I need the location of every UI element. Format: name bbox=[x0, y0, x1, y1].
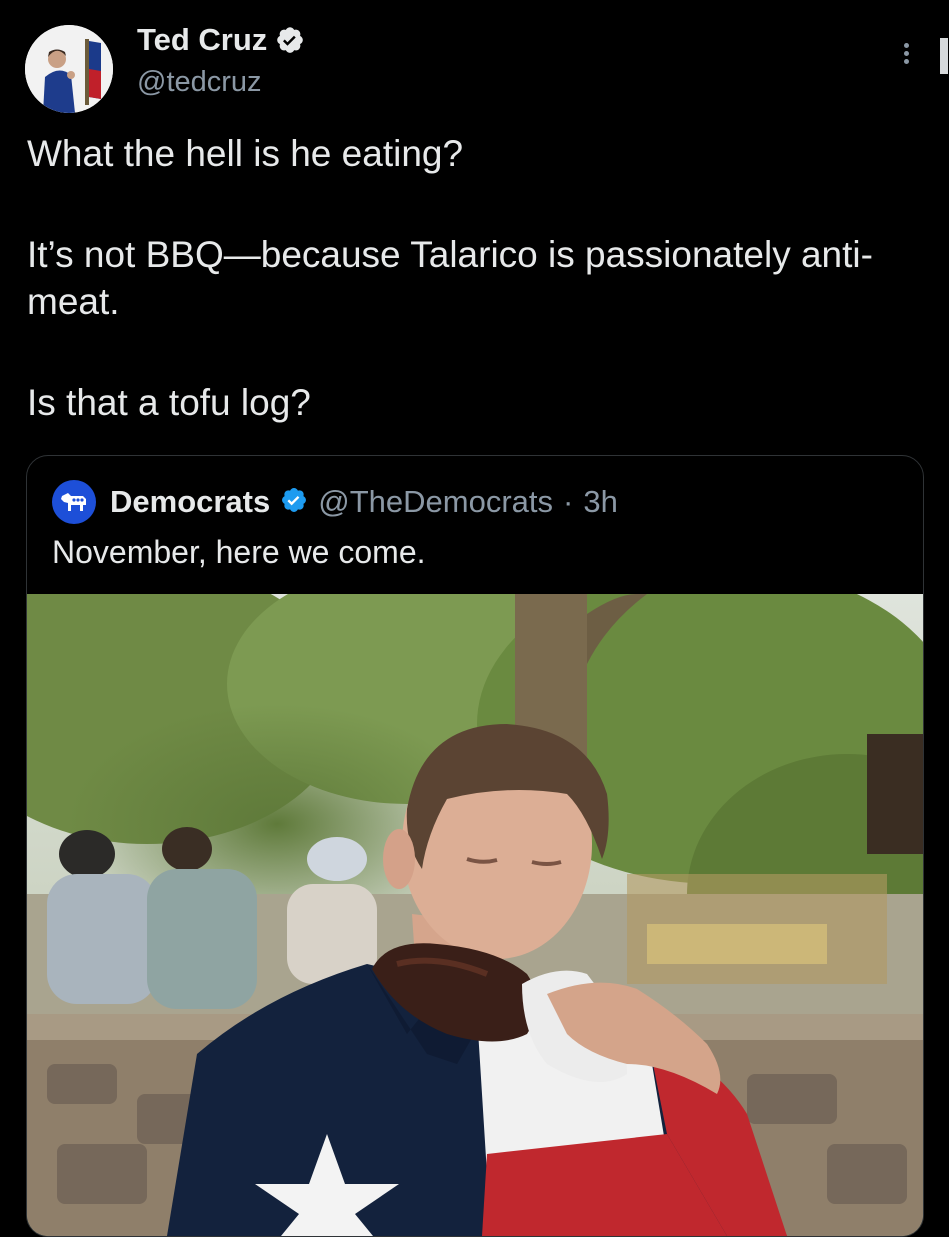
quoted-tweet-text: November, here we come. bbox=[52, 534, 426, 570]
quoted-tweet-card[interactable]: Democrats @TheDemocrats · 3h November, h… bbox=[26, 455, 924, 1237]
author-handle[interactable]: @tedcruz bbox=[137, 66, 262, 99]
tweet-text-line-1: What the hell is he eating? bbox=[27, 133, 464, 174]
author-avatar-image bbox=[25, 25, 113, 113]
quoted-author-handle[interactable]: @TheDemocrats bbox=[318, 484, 553, 520]
quoted-tweet-header: Democrats @TheDemocrats · 3h bbox=[52, 480, 618, 524]
quoted-timestamp[interactable]: 3h bbox=[583, 484, 617, 520]
quoted-author-name[interactable]: Democrats bbox=[110, 484, 270, 520]
quoted-tweet-photo[interactable] bbox=[27, 594, 923, 1236]
verified-badge-icon bbox=[275, 25, 305, 55]
tweet-text-line-2: It’s not BBQ—because Talarico is passion… bbox=[27, 234, 873, 322]
scrollbar[interactable] bbox=[940, 38, 948, 74]
author-name-row: Ted Cruz bbox=[137, 22, 305, 58]
quoted-verified-badge-icon bbox=[280, 486, 308, 519]
separator-dot: · bbox=[563, 484, 574, 519]
author-avatar[interactable] bbox=[25, 25, 113, 113]
tweet-text: What the hell is he eating? It’s not BBQ… bbox=[27, 130, 927, 426]
more-options-icon[interactable] bbox=[896, 40, 916, 72]
tweet-text-line-3: Is that a tofu log? bbox=[27, 382, 311, 423]
author-name[interactable]: Ted Cruz bbox=[137, 22, 267, 58]
democrats-donkey-icon[interactable] bbox=[52, 480, 96, 524]
